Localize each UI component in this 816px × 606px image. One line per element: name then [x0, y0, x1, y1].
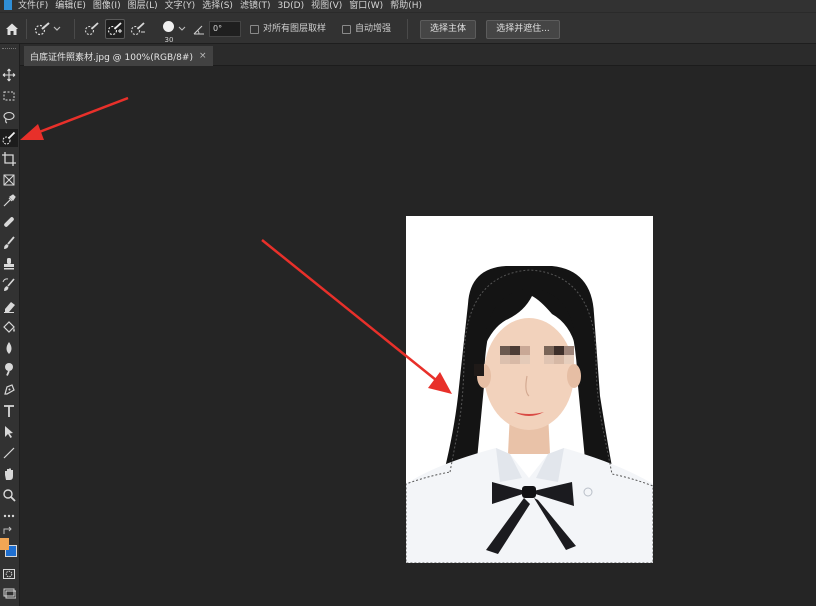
sample-all-layers-label: 对所有图层取样 — [263, 24, 327, 34]
app-logo-icon[interactable] — [4, 0, 12, 10]
new-selection-button[interactable] — [82, 19, 102, 39]
brush-size-value: 30 — [164, 36, 174, 44]
menu-layer[interactable]: 图层(L) — [128, 0, 158, 12]
angle-input[interactable]: 0° — [209, 21, 241, 37]
quick-selection-tool[interactable] — [0, 129, 18, 147]
menu-bar: 文件(F) 编辑(E) 图像(I) 图层(L) 文字(Y) 选择(S) 滤镜(T… — [0, 0, 816, 12]
clone-stamp-tool[interactable] — [0, 255, 18, 273]
menu-image[interactable]: 图像(I) — [93, 0, 121, 12]
eraser-tool[interactable] — [0, 297, 18, 315]
options-divider — [407, 19, 408, 39]
healing-brush-icon — [4, 217, 14, 227]
eyedropper-tool[interactable] — [0, 192, 18, 210]
menu-view[interactable]: 视图(V) — [311, 0, 342, 12]
close-icon[interactable]: × — [199, 51, 207, 61]
menu-window[interactable]: 窗口(W) — [349, 0, 383, 12]
swap-colors-icon[interactable] — [2, 526, 16, 536]
menu-help[interactable]: 帮助(H) — [390, 0, 422, 12]
auto-enhance-checkbox[interactable] — [342, 25, 351, 34]
crop-icon — [2, 152, 16, 166]
brush-tool[interactable] — [0, 234, 18, 252]
quick-mask-button[interactable] — [0, 565, 18, 583]
document-tab-title: 白底证件照素材.jpg @ 100%(RGB/8#) — [30, 52, 193, 63]
zoom-tool[interactable] — [0, 486, 18, 504]
lasso-icon — [3, 111, 15, 124]
paint-bucket-icon — [3, 321, 15, 333]
add-selection-brush-icon — [107, 22, 122, 36]
hand-icon — [5, 468, 13, 480]
document-tab[interactable]: 白底证件照素材.jpg @ 100%(RGB/8#) × — [24, 46, 213, 66]
home-icon[interactable] — [4, 21, 20, 37]
menu-edit[interactable]: 编辑(E) — [55, 0, 86, 12]
more-tools-icon — [3, 514, 15, 518]
photoshop-window: 文件(F) 编辑(E) 图像(I) 图层(L) 文字(Y) 选择(S) 滤镜(T… — [0, 0, 816, 606]
pen-tool[interactable] — [0, 381, 18, 399]
frame-icon — [3, 174, 15, 186]
new-selection-brush-icon — [84, 22, 99, 36]
add-to-selection-button[interactable] — [105, 19, 125, 39]
select-subject-button[interactable]: 选择主体 — [420, 20, 476, 39]
stamp-icon — [4, 258, 14, 270]
brush-size-picker[interactable]: 30 — [158, 19, 180, 45]
dodge-tool[interactable] — [0, 360, 18, 378]
line-tool[interactable] — [0, 444, 18, 462]
eraser-icon — [4, 302, 15, 313]
sample-all-layers-checkbox[interactable] — [250, 25, 259, 34]
tools-panel — [0, 44, 20, 606]
path-selection-icon — [5, 426, 13, 438]
brush-icon — [4, 236, 15, 249]
type-icon — [4, 405, 14, 417]
document-image[interactable] — [406, 216, 653, 563]
options-divider — [26, 19, 27, 39]
options-divider — [74, 19, 75, 39]
dodge-icon — [5, 363, 13, 376]
angle-icon — [193, 25, 204, 35]
options-bar: 30 0° 对所有图层取样 自动增强 选择主体 选择并遮住... — [0, 12, 816, 44]
history-brush-tool[interactable] — [0, 276, 18, 294]
frame-tool[interactable] — [0, 171, 18, 189]
hand-tool[interactable] — [0, 465, 18, 483]
menu-type[interactable]: 文字(Y) — [165, 0, 196, 12]
crop-tool[interactable] — [0, 150, 18, 168]
document-tab-bar: 白底证件照素材.jpg @ 100%(RGB/8#) × — [20, 44, 816, 66]
healing-brush-tool[interactable] — [0, 213, 18, 231]
chevron-down-icon[interactable] — [178, 23, 186, 35]
menu-filter[interactable]: 滤镜(T) — [240, 0, 271, 12]
portrait-photo — [406, 216, 653, 563]
menu-3d[interactable]: 3D(D) — [277, 0, 304, 12]
screen-mode-button[interactable] — [0, 584, 18, 602]
marquee-tool[interactable] — [0, 87, 18, 105]
quick-mask-icon — [3, 569, 15, 579]
chevron-down-icon — [53, 26, 61, 31]
subtract-selection-brush-icon — [130, 22, 145, 36]
move-tool[interactable] — [0, 66, 18, 84]
screen-mode-icon — [3, 588, 16, 599]
auto-enhance-label: 自动增强 — [355, 24, 392, 34]
select-and-mask-button[interactable]: 选择并遮住... — [486, 20, 560, 39]
lasso-tool[interactable] — [0, 108, 18, 126]
marquee-icon — [3, 91, 15, 101]
blur-icon — [6, 342, 12, 354]
foreground-color-swatch[interactable] — [0, 538, 9, 550]
brush-tip-icon — [163, 21, 174, 32]
menu-select[interactable]: 选择(S) — [202, 0, 233, 12]
quick-selection-icon — [2, 131, 16, 145]
eyedropper-icon — [3, 194, 16, 207]
panel-grip[interactable] — [2, 48, 16, 50]
zoom-icon — [3, 489, 16, 502]
history-brush-icon — [2, 278, 15, 291]
menu-file[interactable]: 文件(F) — [18, 0, 48, 12]
paint-bucket-tool[interactable] — [0, 318, 18, 336]
line-icon — [3, 447, 15, 459]
type-tool[interactable] — [0, 402, 18, 420]
move-icon — [2, 68, 16, 82]
blur-tool[interactable] — [0, 339, 18, 357]
tool-preset-picker[interactable] — [34, 21, 66, 37]
more-tools-button[interactable] — [0, 507, 18, 525]
subtract-from-selection-button[interactable] — [128, 19, 148, 39]
path-selection-tool[interactable] — [0, 423, 18, 441]
quick-selection-icon — [34, 22, 50, 36]
pen-icon — [4, 384, 15, 395]
